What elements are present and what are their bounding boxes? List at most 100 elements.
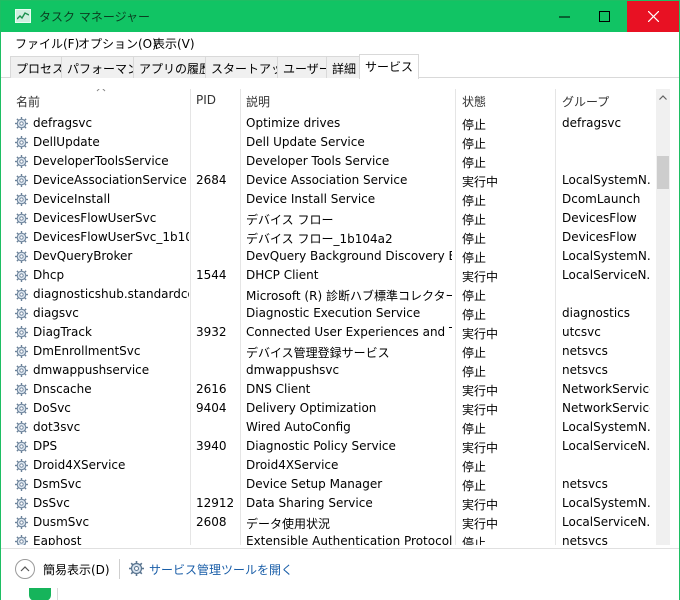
open-services-link[interactable]: サービス管理ツールを開く (149, 561, 293, 578)
service-gear-icon (14, 211, 29, 226)
column-description[interactable]: 説明 (241, 89, 456, 111)
service-gear-icon (14, 116, 29, 131)
service-name: diagsvc (33, 306, 79, 320)
service-group: LocalSystemN... (562, 173, 650, 187)
service-description: Diagnostic Execution Service (246, 306, 421, 320)
table-row[interactable]: DevQueryBroker DevQuery Background Discov… (11, 247, 656, 266)
window-title: タスク マネージャー (39, 10, 150, 24)
task-manager-window: タスク マネージャー ファイル(F) オプション(O) 表示(V) プロセス パ… (0, 0, 680, 600)
scroll-thumb[interactable] (657, 156, 669, 189)
service-gear-icon (14, 477, 29, 492)
service-group: LocalServiceN... (562, 439, 650, 453)
service-name: defragsvc (33, 116, 93, 130)
footer-divider (119, 559, 120, 579)
service-group: LocalServiceN... (562, 515, 650, 529)
title-bar[interactable]: タスク マネージャー (1, 1, 679, 32)
scroll-up-button[interactable] (656, 89, 670, 105)
menu-view[interactable]: 表示(V) (153, 35, 195, 52)
fewer-details-label[interactable]: 簡易表示(D) (43, 561, 110, 578)
table-row[interactable]: diagsvc Diagnostic Execution Service 停止 dia… (11, 304, 656, 323)
column-status[interactable]: 状態 (457, 89, 556, 111)
service-status: 停止 (462, 346, 487, 360)
service-status: 実行中 (462, 175, 499, 189)
table-row[interactable]: Droid4XService Droid4XService 停止 (11, 456, 656, 475)
service-name: DoSvc (33, 401, 71, 415)
table-row[interactable]: DeviceAssociationService 2684 Device Assoc… (11, 171, 656, 190)
fewer-details-button[interactable] (15, 559, 35, 579)
services-gear-icon[interactable] (128, 560, 145, 577)
service-status: 実行中 (462, 384, 499, 398)
table-row[interactable]: dot3svc Wired AutoConfig 停止 LocalSystemN... (11, 418, 656, 437)
service-description: Device Setup Manager (246, 477, 383, 491)
background-divider (57, 588, 58, 600)
service-status: 停止 (462, 289, 487, 303)
service-gear-icon (14, 344, 29, 359)
service-description: Optimize drives (246, 116, 341, 130)
service-name: DevQueryBroker (33, 249, 133, 263)
service-status: 停止 (462, 118, 487, 132)
table-row[interactable]: DoSvc 9404 Delivery Optimization 実行中 Network… (11, 399, 656, 418)
service-pid: 2608 (196, 515, 227, 529)
maximize-button[interactable] (581, 1, 627, 32)
close-button[interactable] (627, 1, 679, 32)
close-icon (647, 11, 659, 22)
service-group: LocalServiceN... (562, 268, 650, 282)
service-name: diagnosticshub.standardco... (33, 287, 189, 301)
table-row[interactable]: DsmSvc Device Setup Manager 停止 netsvcs (11, 475, 656, 494)
service-status: 停止 (462, 460, 487, 474)
table-row[interactable]: DeveloperToolsService Developer Tools Ser… (11, 152, 656, 171)
tab-strip: プロセス パフォーマンス アプリの履歴 スタートアップ ユーザー 詳細 サービス (1, 54, 679, 79)
column-name[interactable]: 名前 (11, 89, 191, 111)
table-row[interactable]: DeviceInstall Device Install Service 停止 Dco… (11, 190, 656, 209)
service-status: 停止 (462, 232, 487, 246)
service-name: DellUpdate (33, 135, 100, 149)
service-gear-icon (14, 515, 29, 530)
service-description: Wired AutoConfig (246, 420, 351, 434)
service-status: 停止 (462, 137, 487, 151)
tab-details[interactable]: 詳細 (326, 56, 363, 78)
service-status: 停止 (462, 536, 487, 545)
service-group: DevicesFlow (562, 211, 637, 225)
table-row[interactable]: diagnosticshub.standardco... Microsoft (R… (11, 285, 656, 304)
service-gear-icon (14, 268, 29, 283)
service-description: デバイス フロー_1b104a2 (246, 232, 393, 246)
background-app-icon (29, 588, 51, 600)
service-status: 実行中 (462, 498, 499, 512)
service-description: Delivery Optimization (246, 401, 377, 415)
table-row[interactable]: DiagTrack 3932 Connected User Experiences … (11, 323, 656, 342)
service-gear-icon (14, 363, 29, 378)
service-gear-icon (14, 534, 29, 545)
minimize-icon (558, 16, 570, 18)
menu-file[interactable]: ファイル(F) (15, 35, 79, 52)
table-row[interactable]: DPS 3940 Diagnostic Policy Service 実行中 Local… (11, 437, 656, 456)
maximize-icon (598, 11, 610, 22)
table-row[interactable]: DusmSvc 2608 データ使用状況 実行中 LocalServiceN... (11, 513, 656, 532)
service-status: 実行中 (462, 403, 499, 417)
menu-bar: ファイル(F) オプション(O) 表示(V) (1, 32, 679, 54)
service-description: Developer Tools Service (246, 154, 390, 168)
tab-services[interactable]: サービス (359, 54, 420, 79)
table-row[interactable]: DellUpdate Dell Update Service 停止 (11, 133, 656, 152)
table-row[interactable]: Dnscache 2616 DNS Client 実行中 NetworkService (11, 380, 656, 399)
menu-options[interactable]: オプション(O) (78, 35, 157, 52)
service-group: LocalSystemN... (562, 496, 650, 510)
table-row[interactable]: Eaphost Extensible Authentication Protoco… (11, 532, 656, 545)
column-group[interactable]: グループ (557, 89, 656, 111)
service-group: NetworkService (562, 382, 650, 396)
table-row[interactable]: DmEnrollmentSvc デバイス管理登録サービス 停止 netsvcs (11, 342, 656, 361)
table-row[interactable]: DevicesFlowUserSvc デバイス フロー 停止 DevicesFlow (11, 209, 656, 228)
service-gear-icon (14, 287, 29, 302)
service-gear-icon (14, 230, 29, 245)
table-row[interactable]: DevicesFlowUserSvc_1b104a2 デバイス フロー_1b104… (11, 228, 656, 247)
vertical-scrollbar[interactable] (656, 89, 670, 545)
column-pid[interactable]: PID (191, 89, 241, 111)
service-group: NetworkService (562, 401, 650, 415)
service-group: netsvcs (562, 363, 608, 377)
service-description: DNS Client (246, 382, 311, 396)
table-row[interactable]: DsSvc 12912 Data Sharing Service 実行中 LocalSy… (11, 494, 656, 513)
table-row[interactable]: dmwappushservice dmwappushsvc 停止 netsvcs (11, 361, 656, 380)
service-description: dmwappushsvc (246, 363, 340, 377)
table-row[interactable]: defragsvc Optimize drives 停止 defragsvc (11, 114, 656, 133)
table-row[interactable]: Dhcp 1544 DHCP Client 実行中 LocalServiceN... (11, 266, 656, 285)
service-gear-icon (14, 249, 29, 264)
